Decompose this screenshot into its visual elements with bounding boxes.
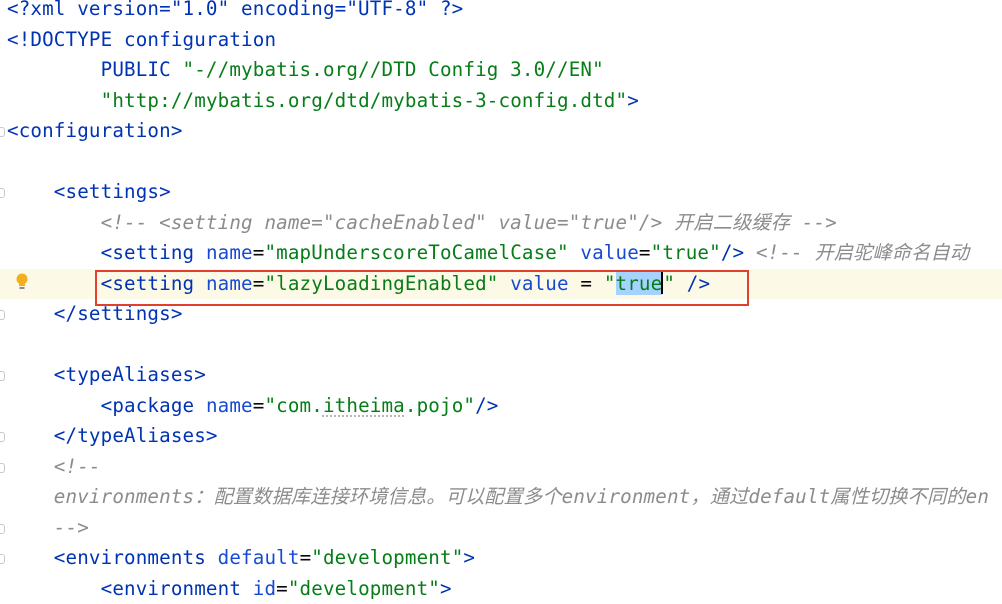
code-line[interactable]: <environment id="development"> xyxy=(0,574,1002,604)
code-line-text: <!-- <setting name="cacheEnabled" value=… xyxy=(7,208,837,239)
code-token: <?xml version="1.0" encoding="UTF-8" ?> xyxy=(7,0,463,20)
code-line[interactable]: <package name="com.itheima.pojo"/> xyxy=(0,391,1002,422)
code-token: "true" xyxy=(651,241,721,264)
code-line[interactable]: <typeAliases> xyxy=(0,360,1002,391)
fold-marker-icon[interactable] xyxy=(0,188,5,198)
code-line[interactable]: "http://mybatis.org/dtd/mybatis-3-config… xyxy=(0,86,1002,117)
code-line[interactable]: </typeAliases> xyxy=(0,421,1002,452)
code-line-text: <typeAliases> xyxy=(7,360,206,391)
code-token: "http://mybatis.org/dtd/mybatis-3-config… xyxy=(101,89,628,112)
code-token xyxy=(7,89,101,112)
code-token: --> xyxy=(7,516,89,539)
code-line-text: environments：配置数据库连接环境信息。可以配置多个environme… xyxy=(7,482,989,513)
code-token: <configuration> xyxy=(7,119,183,142)
code-token: "development" xyxy=(311,546,463,569)
code-line[interactable]: <environments default="development"> xyxy=(0,543,1002,574)
code-token: <setting xyxy=(7,241,206,264)
code-token: name xyxy=(206,241,253,264)
code-token: <environments xyxy=(7,546,218,569)
code-token: <!-- 开启驼峰命名自动 xyxy=(744,241,969,264)
fold-marker-icon[interactable] xyxy=(0,554,5,564)
lightbulb-icon[interactable] xyxy=(15,273,29,291)
code-token: <!-- <setting name="cacheEnabled" value=… xyxy=(7,211,837,234)
code-line[interactable]: <!-- xyxy=(0,452,1002,483)
code-token: default xyxy=(218,546,300,569)
code-token: = xyxy=(253,241,265,264)
code-token xyxy=(569,241,581,264)
code-line-text: "http://mybatis.org/dtd/mybatis-3-config… xyxy=(7,86,639,117)
code-line[interactable] xyxy=(0,330,1002,361)
code-line[interactable]: PUBLIC "-//mybatis.org//DTD Config 3.0//… xyxy=(0,55,1002,86)
code-line-text: <setting name="mapUnderscoreToCamelCase"… xyxy=(7,238,969,269)
code-token: = xyxy=(300,546,312,569)
code-line-text: --> xyxy=(7,513,89,544)
code-token: PUBLIC xyxy=(7,58,183,81)
code-token: /> xyxy=(475,394,498,417)
code-token: </typeAliases> xyxy=(7,424,218,447)
code-token: > xyxy=(440,577,452,600)
code-token: <typeAliases> xyxy=(7,363,206,386)
code-token: > xyxy=(627,89,639,112)
code-token: = xyxy=(253,394,265,417)
code-token: id xyxy=(253,577,276,600)
code-token: "com. xyxy=(264,394,323,417)
code-token: <!DOCTYPE configuration xyxy=(7,28,276,51)
code-line[interactable]: <settings> xyxy=(0,177,1002,208)
code-line[interactable]: <setting name="mapUnderscoreToCamelCase"… xyxy=(0,238,1002,269)
code-line[interactable]: --> xyxy=(0,513,1002,544)
code-token: itheima xyxy=(323,394,405,417)
code-token: = xyxy=(276,577,288,600)
code-line[interactable]: <!-- <setting name="cacheEnabled" value=… xyxy=(0,208,1002,239)
code-token: <package xyxy=(7,394,206,417)
code-token: > xyxy=(463,546,475,569)
code-line-text: <environment id="development"> xyxy=(7,574,452,604)
code-line-text: <package name="com.itheima.pojo"/> xyxy=(7,391,499,422)
code-token: /> xyxy=(721,241,744,264)
fold-marker-icon[interactable] xyxy=(0,127,5,137)
code-line-text: <settings> xyxy=(7,177,171,208)
code-token: .pojo" xyxy=(405,394,475,417)
fold-marker-icon[interactable] xyxy=(0,463,5,473)
code-line-text: </typeAliases> xyxy=(7,421,218,452)
code-token: "development" xyxy=(288,577,440,600)
code-token: <environment xyxy=(7,577,253,600)
code-token: value xyxy=(580,241,639,264)
code-line-text: <!DOCTYPE configuration xyxy=(7,25,276,56)
code-token: "mapUnderscoreToCamelCase" xyxy=(264,241,568,264)
code-token: "-//mybatis.org//DTD Config 3.0//EN" xyxy=(183,58,604,81)
code-line-text: PUBLIC "-//mybatis.org//DTD Config 3.0//… xyxy=(7,55,604,86)
code-line[interactable]: environments：配置数据库连接环境信息。可以配置多个environme… xyxy=(0,482,1002,513)
code-line[interactable]: <configuration> xyxy=(0,116,1002,147)
code-line-text: <environments default="development"> xyxy=(7,543,475,574)
code-token: = xyxy=(639,241,651,264)
code-line[interactable] xyxy=(0,147,1002,178)
fold-marker-icon[interactable] xyxy=(0,524,5,534)
code-line[interactable]: <!DOCTYPE configuration xyxy=(0,25,1002,56)
code-token: <settings> xyxy=(7,180,171,203)
code-token: <!-- xyxy=(7,455,101,478)
code-line-text: <!-- xyxy=(7,452,101,483)
fold-marker-icon[interactable] xyxy=(0,371,5,381)
code-line-text: <?xml version="1.0" encoding="UTF-8" ?> xyxy=(7,0,463,25)
fold-marker-icon[interactable] xyxy=(0,432,5,442)
code-line[interactable]: <?xml version="1.0" encoding="UTF-8" ?> xyxy=(0,0,1002,25)
code-line-text: <configuration> xyxy=(7,116,183,147)
code-token: name xyxy=(206,394,253,417)
code-token: environments：配置数据库连接环境信息。可以配置多个environme… xyxy=(7,485,989,508)
annotation-highlight-box xyxy=(95,270,749,306)
fold-marker-icon[interactable] xyxy=(0,310,5,320)
